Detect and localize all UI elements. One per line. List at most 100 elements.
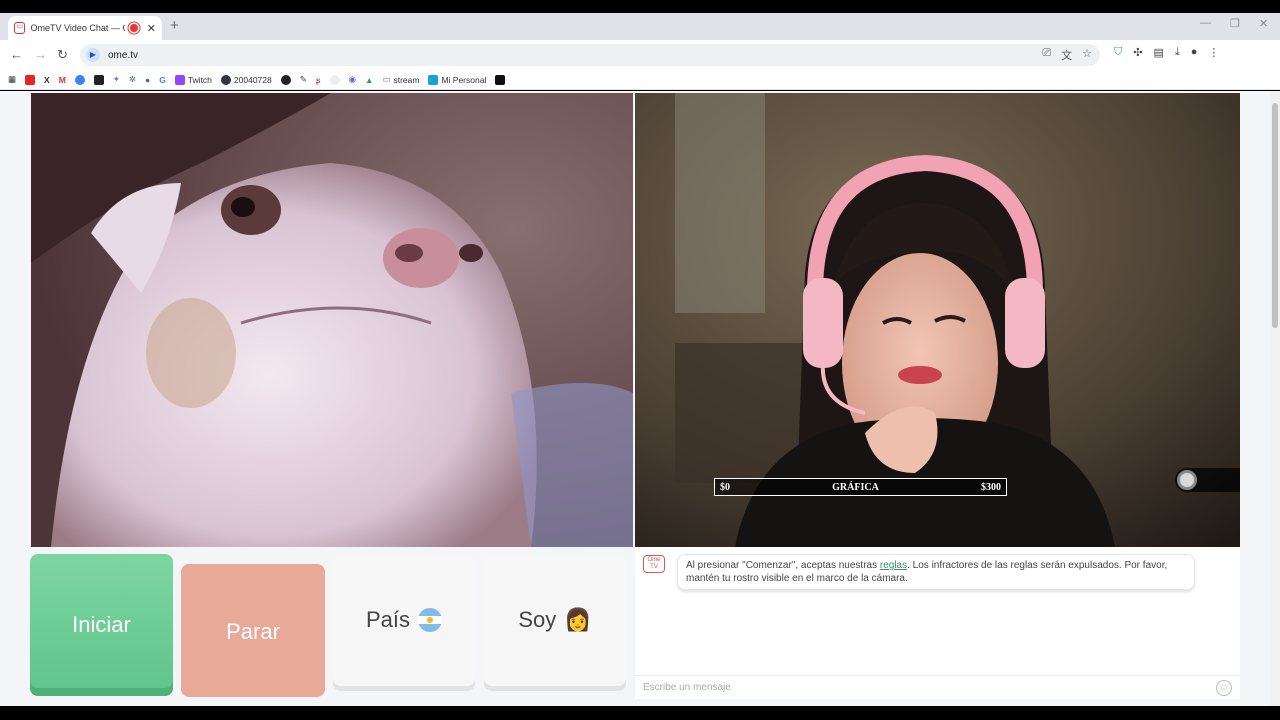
bookmark-tool[interactable]: ✲ — [129, 74, 136, 85]
recording-icon — [130, 24, 138, 32]
emoji-icon[interactable]: ☺ — [1216, 680, 1232, 696]
bookmark-edge[interactable] — [74, 74, 85, 85]
blank-icon — [329, 74, 340, 85]
bookmark-s[interactable]: ʂ — [316, 75, 321, 85]
globe-icon — [74, 74, 85, 85]
install-app-icon[interactable]: ⎚ — [1042, 47, 1051, 63]
bookmark-x[interactable]: X — [44, 75, 50, 85]
tool-icon: ✲ — [128, 74, 137, 84]
profile-avatar-icon[interactable]: ● — [1191, 46, 1198, 59]
screen-bottom-border — [0, 706, 1280, 720]
extensions-icon[interactable]: ✣ — [1133, 46, 1142, 59]
stop-button-label: Parar — [226, 618, 280, 644]
bookmark-gemini[interactable]: ✦ — [113, 74, 120, 85]
sparkle-icon: ✦ — [112, 74, 120, 84]
screen-top-border — [0, 0, 1280, 13]
tiktok-icon — [495, 74, 506, 85]
cat-video-image — [31, 93, 633, 547]
graph-min-label: $0 — [720, 481, 730, 493]
country-button[interactable]: País — [333, 554, 475, 686]
ometv-logo-icon: Ome TV — [643, 555, 665, 573]
bookmark-star-icon[interactable]: ☆ — [1082, 47, 1092, 63]
local-video — [31, 93, 633, 547]
graph-title: GRÁFICA — [832, 481, 879, 493]
record-icon — [280, 74, 291, 85]
start-button-label: Iniciar — [72, 612, 131, 637]
close-tab-icon[interactable]: ✕ — [147, 22, 156, 35]
bookmark-circle[interactable] — [280, 74, 291, 85]
bookmark-feather[interactable]: ✎ — [300, 74, 307, 85]
system-message: Al presionar "Comenzar", aceptas nuestra… — [677, 554, 1195, 590]
drive-icon: ▲ — [365, 74, 374, 85]
tab-title: OmeTV Video Chat — Ome — [30, 23, 125, 33]
x-icon: X — [44, 74, 50, 85]
bookmark-gmail[interactable]: M — [59, 75, 66, 85]
bookmark-stream[interactable]: ▭ stream — [382, 74, 419, 85]
new-tab-icon[interactable]: + — [170, 17, 179, 34]
dark-circle-icon — [220, 74, 231, 85]
remote-video: $0 GRÁFICA $300 — [635, 93, 1240, 547]
tab-strip: ▭ OmeTV Video Chat — Ome ✕ + — ❐ ✕ — [0, 13, 1280, 40]
discord-icon: ◉ — [348, 74, 357, 84]
address-row: ← → ↻ ▶ ome.tv ⎚ 文 ☆ ⛉ ✣ ▤ ⤓ ● ⋮ — [0, 40, 1280, 70]
forward-icon[interactable]: → — [34, 47, 47, 62]
downloads-icon[interactable]: ⤓ — [1175, 46, 1180, 59]
badge-avatar-icon — [1177, 470, 1197, 490]
menu-icon[interactable]: ⋮ — [1208, 46, 1219, 59]
s-icon: ʂ — [315, 74, 321, 85]
argentina-flag-icon — [418, 608, 443, 632]
apple-icon: ● — [145, 74, 151, 85]
browser-tab[interactable]: ▭ OmeTV Video Chat — Ome ✕ — [8, 16, 162, 40]
feather-icon: ✎ — [299, 74, 307, 84]
chat-panel: Ome TV Al presionar "Comenzar", aceptas … — [635, 547, 1240, 699]
page-scrollbar[interactable] — [1270, 91, 1280, 706]
ometv-favicon-icon: ▭ — [14, 22, 26, 34]
site-info-icon[interactable]: ▶ — [86, 48, 100, 62]
shield-extension-icon[interactable]: ⛉ — [1114, 46, 1122, 59]
bookmark-tiktok[interactable] — [495, 74, 506, 85]
gender-button[interactable]: Soy 👩 — [484, 554, 626, 686]
streamer-badge — [1175, 468, 1240, 492]
ometv-page: $0 GRÁFICA $300 Iniciar Parar País Soy 👩… — [0, 91, 1270, 706]
graph-max-label: $300 — [980, 481, 1001, 493]
reload-icon[interactable]: ↻ — [57, 47, 68, 63]
personal-icon — [428, 74, 439, 85]
maximize-icon[interactable]: ❐ — [1230, 17, 1240, 30]
woman-emoji-icon: 👩 — [564, 607, 592, 632]
start-button[interactable]: Iniciar — [30, 554, 173, 696]
bookmark-youtube[interactable] — [25, 74, 36, 85]
apps-grid-icon[interactable]: ▦ — [8, 74, 16, 85]
bookmark-20040728[interactable]: 20040728 — [220, 74, 272, 85]
bookmark-app[interactable] — [93, 74, 104, 85]
message-input[interactable]: Escribe un mensaje ☺ — [635, 675, 1240, 699]
back-icon[interactable]: ← — [10, 47, 23, 62]
rules-link[interactable]: reglas — [880, 560, 907, 571]
folder-icon: ▭ — [382, 74, 391, 84]
bookmark-twitch[interactable]: Twitch — [174, 74, 212, 85]
translate-icon[interactable]: 文 — [1061, 47, 1072, 63]
bookmark-drive[interactable]: ▲ — [365, 75, 373, 85]
address-bar[interactable]: ▶ ome.tv ⎚ 文 ☆ — [80, 44, 1100, 66]
gmail-icon: M — [58, 74, 66, 85]
bookmark-blank[interactable] — [329, 74, 340, 85]
scrollbar-thumb[interactable] — [1272, 103, 1278, 328]
close-window-icon[interactable]: ✕ — [1259, 17, 1268, 30]
url-text: ome.tv — [108, 49, 139, 61]
minimize-icon[interactable]: — — [1200, 17, 1211, 29]
reading-list-icon[interactable]: ▤ — [1153, 46, 1163, 59]
gender-button-label: Soy — [518, 607, 557, 632]
bookmark-apple[interactable]: ● — [145, 75, 150, 85]
message-placeholder: Escribe un mensaje — [643, 682, 731, 693]
country-button-label: País — [365, 607, 411, 632]
bookmarks-bar: ▦ X M ✦ ✲ ● G Twitch 20040728 ✎ ʂ ◉ ▲ ▭ s… — [0, 70, 1280, 90]
bookmark-mi-personal[interactable]: Mi Personal — [428, 74, 486, 85]
chat-controls: Iniciar Parar País Soy 👩 — [30, 554, 630, 699]
youtube-icon — [25, 74, 36, 85]
stop-button[interactable]: Parar — [181, 564, 325, 697]
twitch-icon — [174, 74, 185, 85]
bookmark-google[interactable]: G — [159, 75, 166, 85]
graph-overlay-bar: $0 GRÁFICA $300 — [714, 478, 1007, 496]
google-icon: G — [159, 74, 166, 85]
app-icon — [93, 74, 104, 85]
bookmark-discord[interactable]: ◉ — [349, 74, 356, 85]
